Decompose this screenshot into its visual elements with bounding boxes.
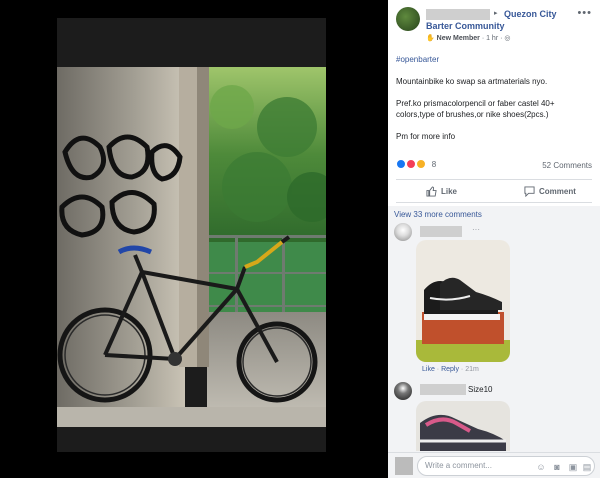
author-avatar[interactable] bbox=[396, 7, 420, 31]
comment-input[interactable] bbox=[425, 461, 525, 470]
comment-composer: ☺ ◙ ▣ ▤ bbox=[388, 452, 600, 478]
commenter-avatar[interactable] bbox=[394, 223, 412, 241]
like-label: Like bbox=[441, 187, 458, 196]
comment-label: Comment bbox=[539, 187, 576, 196]
view-more-comments-link[interactable]: View 33 more comments bbox=[394, 210, 482, 219]
gif-icon[interactable]: ▣ bbox=[568, 462, 578, 472]
commenter-name-redacted[interactable] bbox=[420, 226, 462, 237]
post-photo-bicycle[interactable] bbox=[57, 67, 326, 427]
member-icon: ✋ bbox=[426, 35, 435, 42]
photo-viewer bbox=[0, 0, 388, 478]
author-badge: New Member bbox=[436, 35, 480, 42]
post-line-3: Pm for more info bbox=[396, 132, 456, 141]
comment-2-text: Size10 bbox=[468, 385, 493, 394]
like-reaction-icon[interactable] bbox=[396, 159, 406, 169]
thumbs-up-icon bbox=[426, 186, 437, 197]
post-line-1: Mountainbike ko swap sa artmaterials nyo… bbox=[396, 77, 548, 86]
more-options-icon[interactable]: ••• bbox=[577, 7, 592, 19]
post-time[interactable]: 1 hr bbox=[486, 35, 498, 42]
group-name-line2[interactable]: Barter Community bbox=[426, 21, 505, 31]
comment-button[interactable]: Comment bbox=[524, 186, 576, 197]
post-body: #openbarter Mountainbike ko swap sa artm… bbox=[396, 54, 594, 153]
comment-reply-link[interactable]: Reply bbox=[441, 366, 459, 373]
comment-actions: Like · Reply · 21m bbox=[422, 366, 479, 373]
comment-input-box[interactable]: ☺ ◙ ▣ ▤ bbox=[417, 456, 595, 476]
commenter-2-avatar[interactable] bbox=[394, 382, 412, 400]
comment-2-image-shoes[interactable] bbox=[416, 401, 510, 451]
post-header: ▸ Quezon City Barter Community ✋ New Mem… bbox=[396, 7, 592, 47]
group-arrow-icon: ▸ bbox=[494, 10, 498, 17]
my-avatar bbox=[395, 457, 413, 475]
love-reaction-icon[interactable] bbox=[406, 159, 417, 169]
comment-more-icon[interactable]: ··· bbox=[472, 225, 480, 234]
author-name-redacted[interactable] bbox=[426, 9, 490, 20]
group-name-line1[interactable]: Quezon City bbox=[504, 9, 557, 19]
comment-like-link[interactable]: Like bbox=[422, 366, 435, 373]
comment-image-shoes[interactable] bbox=[416, 240, 510, 362]
post-sidebar: ▸ Quezon City Barter Community ✋ New Mem… bbox=[388, 0, 600, 478]
commenter-2-name-redacted[interactable] bbox=[420, 384, 466, 395]
post-meta: ✋ New Member · 1 hr · ◎ bbox=[426, 35, 511, 42]
sticker-icon[interactable]: ▤ bbox=[582, 462, 592, 472]
comment-icon bbox=[524, 186, 535, 197]
haha-reaction-icon[interactable] bbox=[416, 159, 427, 169]
comment-count[interactable]: 52 Comments bbox=[542, 161, 592, 170]
reactions-bar: 8 52 Comments bbox=[396, 159, 592, 173]
post-hashtag[interactable]: #openbarter bbox=[396, 54, 594, 65]
post-line-2: Pref.ko prismacolorpencil or faber caste… bbox=[396, 99, 555, 119]
like-button[interactable]: Like bbox=[426, 186, 457, 197]
reaction-count[interactable]: 8 bbox=[432, 160, 436, 169]
camera-icon[interactable]: ◙ bbox=[552, 462, 562, 472]
globe-icon: ◎ bbox=[504, 35, 511, 42]
post-actions: Like Comment bbox=[396, 179, 592, 203]
comment-time: · 21m bbox=[458, 366, 479, 373]
emoji-icon[interactable]: ☺ bbox=[536, 462, 546, 472]
